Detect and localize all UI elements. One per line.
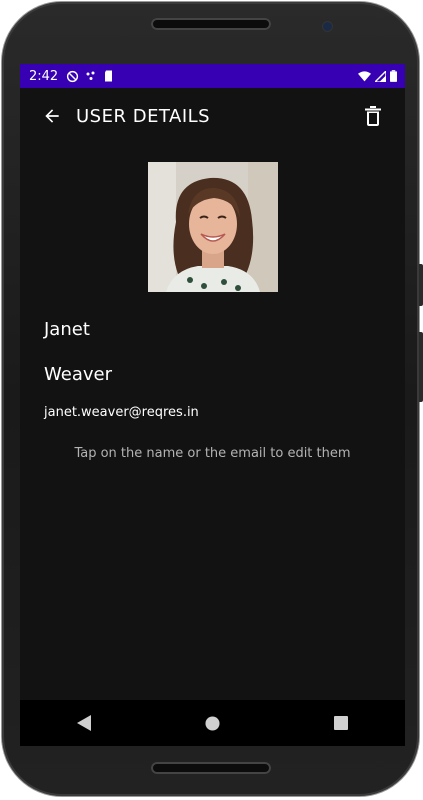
last-name-field[interactable]: Weaver [44, 364, 112, 385]
status-time: 2:42 [29, 68, 59, 84]
nav-recents-button[interactable] [321, 703, 361, 743]
top-speaker [150, 18, 271, 30]
back-button[interactable] [40, 104, 64, 128]
trash-icon [365, 106, 381, 126]
front-camera [323, 22, 332, 31]
recents-square-icon [333, 716, 348, 730]
delete-button[interactable] [361, 104, 385, 128]
first-name-field[interactable]: Janet [44, 319, 90, 340]
back-triangle-icon [77, 715, 92, 731]
edit-hint: Tap on the name or the email to edit the… [74, 446, 351, 461]
screen: 2:42 USER DETAILS Janet Weaver janet.wea… [20, 64, 405, 746]
arrow-left-icon [45, 109, 59, 123]
system-nav-bar [20, 700, 405, 746]
nav-home-button[interactable] [192, 703, 232, 743]
power-button [419, 332, 423, 402]
signal-icon [375, 70, 386, 82]
do-not-disturb-icon [67, 70, 79, 82]
avatar [148, 162, 278, 292]
avatar-portrait-icon [148, 162, 278, 292]
nav-back-button[interactable] [64, 703, 104, 743]
status-bar: 2:42 [20, 64, 405, 88]
wifi-icon [358, 70, 371, 81]
battery-icon [390, 70, 397, 82]
volume-button [419, 264, 423, 306]
home-circle-icon [205, 715, 220, 731]
page-title: USER DETAILS [76, 105, 211, 127]
dots-icon [86, 71, 95, 80]
bottom-speaker [150, 762, 271, 774]
sd-card-icon [105, 70, 113, 82]
email-field[interactable]: janet.weaver@reqres.in [44, 405, 199, 420]
app-bar: USER DETAILS [20, 88, 405, 144]
phone-frame: 2:42 USER DETAILS Janet Weaver janet.wea… [2, 2, 423, 796]
